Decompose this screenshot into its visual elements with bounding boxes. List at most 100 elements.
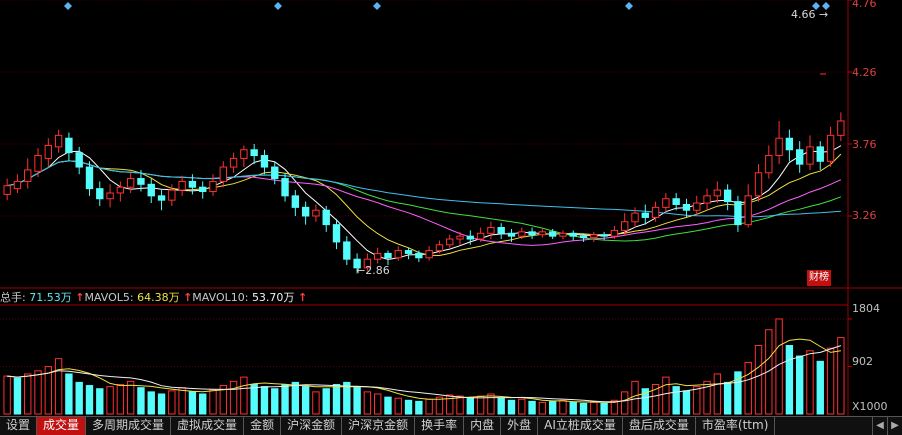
scroll-left-icon[interactable]: ◀ (872, 417, 887, 435)
candle-body (826, 134, 835, 162)
candle-body (65, 137, 73, 154)
volume-bar (600, 402, 608, 415)
kline-chart[interactable] (0, 0, 902, 416)
candle-body (456, 235, 464, 240)
candle-body (332, 224, 341, 243)
candle-body (85, 166, 94, 190)
candle-body (662, 198, 670, 208)
volume-bar (528, 400, 536, 415)
tab-outer-volume[interactable]: 外盘 (501, 417, 539, 435)
volume-bar (229, 380, 238, 415)
volume-bar (373, 393, 382, 415)
volume-bar (693, 386, 701, 415)
price-axis-label: 4.26 (852, 66, 877, 79)
volume-bar (3, 375, 11, 415)
tab-pe-ttm[interactable]: 市盈率(ttm) (696, 417, 776, 435)
candle-body (466, 235, 475, 240)
moving-average-lines (6, 145, 842, 261)
tab-multi-period-volume[interactable]: 多周期成交量 (86, 417, 172, 435)
up-arrow-icon: ↑ (75, 291, 85, 304)
volume-bar (446, 394, 454, 415)
candle-body (54, 134, 63, 148)
candle-body (528, 231, 536, 236)
candle-body (96, 188, 104, 200)
tab-turnover-rate[interactable]: 换手率 (415, 417, 465, 435)
candle-body (744, 195, 752, 226)
candle-body (199, 186, 207, 193)
candle-body (137, 178, 145, 185)
candle-body (116, 186, 125, 194)
candle-body (3, 185, 11, 195)
volume-bar (806, 350, 814, 415)
candle-body (24, 169, 32, 182)
volume-bar (147, 391, 155, 415)
volume-bar (168, 390, 176, 415)
candle-body (44, 144, 53, 159)
candle-body (281, 178, 289, 197)
volume-bar (157, 393, 166, 415)
volume-bar (404, 399, 413, 415)
mavol5-value: 64.38万 (137, 291, 180, 304)
volume-bar (260, 386, 269, 415)
candle-body (487, 227, 495, 234)
volume-bar (240, 376, 248, 415)
volume-bar (775, 318, 783, 415)
candle-body (435, 244, 444, 252)
volume-bar (178, 387, 186, 415)
ma10-line (6, 153, 842, 257)
tab-amount[interactable]: 金额 (244, 417, 282, 435)
volume-bar (754, 345, 763, 415)
ma20-line (6, 160, 842, 246)
low-price-value: 2.86 (365, 264, 390, 277)
tab-settings[interactable]: 设置 (0, 417, 38, 435)
event-diamond-icon (64, 2, 72, 10)
volume-bar (188, 391, 197, 415)
volume-bar (54, 358, 63, 415)
tab-virtual-volume[interactable]: 虚拟成交量 (171, 417, 245, 435)
volume-bar (353, 386, 361, 415)
candle-body (518, 231, 526, 237)
candle-body (693, 202, 701, 211)
candle-body (271, 166, 279, 180)
volume-bar (384, 396, 392, 415)
candle-body (34, 155, 42, 172)
volume-bar (631, 380, 639, 415)
volume-bar (199, 393, 207, 415)
scroll-right-icon[interactable]: ▶ (887, 417, 902, 435)
candle-body (106, 192, 114, 200)
candle-body (168, 189, 176, 201)
tab-ai-volume[interactable]: AI立桩成交量 (538, 417, 623, 435)
volume-bar (209, 389, 217, 415)
tab-volume[interactable]: 成交量 (37, 417, 87, 435)
candle-body (291, 195, 300, 208)
volume-bar (476, 395, 485, 415)
candle-body (157, 195, 166, 201)
candle-body (188, 180, 197, 188)
volume-bar (13, 377, 22, 415)
total-volume-value: 71.53万 (29, 291, 72, 304)
candle-body (250, 149, 258, 157)
candle-body (703, 195, 711, 204)
candle-body (446, 238, 454, 246)
volume-bar (795, 355, 804, 415)
price-axis-label: 3.76 (852, 138, 877, 151)
tab-after-hours-volume[interactable]: 盘后成交量 (623, 417, 696, 435)
tab-hushen-amount[interactable]: 沪深金额 (281, 417, 343, 435)
candle-body (13, 180, 22, 190)
candle-body (641, 212, 649, 218)
tab-inner-volume[interactable]: 内盘 (464, 417, 502, 435)
volume-bar (662, 376, 670, 415)
candle-body (785, 137, 794, 151)
volume-bar (487, 393, 495, 415)
caibang-badge[interactable]: 财榜 (807, 270, 831, 286)
candle-body (651, 206, 660, 218)
event-markers[interactable] (64, 2, 830, 75)
volume-bar (723, 381, 732, 415)
arrow-right-icon: → (815, 8, 829, 21)
candle-body (837, 120, 845, 136)
volume-bar (301, 386, 310, 415)
volume-bar (497, 397, 505, 415)
volume-bar (826, 347, 835, 415)
volume-bar (548, 400, 557, 415)
tab-hushenjing-amount[interactable]: 沪深京金额 (342, 417, 416, 435)
